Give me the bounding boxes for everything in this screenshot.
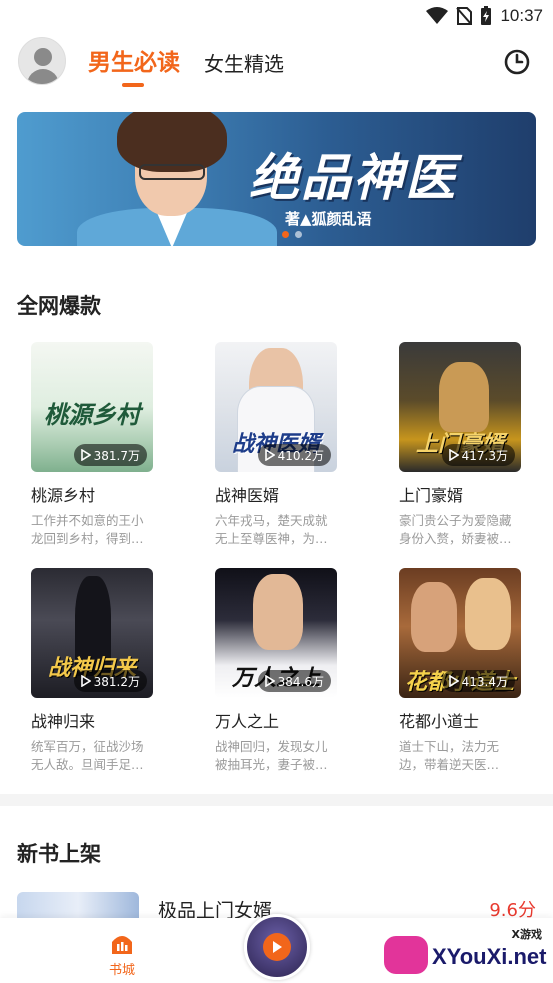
banner-author: 著▲狐颜乱语 [285, 210, 372, 228]
clock-time: 10:37 [500, 6, 543, 25]
read-count-badge: 413.4万 [441, 670, 515, 692]
cover-character [465, 578, 511, 650]
banner-dot-active[interactable] [282, 231, 289, 238]
play-icon [273, 941, 282, 953]
bottom-navigation: 书城 X游戏 XYouXi.net [0, 914, 553, 983]
tab-female-picks[interactable]: 女生精选 [204, 48, 284, 79]
book-card[interactable]: 万人之上 384.6万 万人之上 战神回归，发现女儿被抽耳光，妻子被… [215, 568, 337, 774]
gender-tabs: 男生必读 女生精选 [88, 43, 284, 87]
battery-charging-icon [481, 6, 492, 25]
book-description: 统军百万，征战沙场无人敌。旦闻手足… [31, 739, 144, 772]
read-count: 381.2万 [93, 674, 140, 689]
watermark-domain: XYouXi.net [432, 944, 547, 969]
tab-male-picks[interactable]: 男生必读 [88, 43, 180, 87]
section-title-hot: 全网爆款 [17, 294, 101, 318]
bookstore-icon [112, 936, 132, 954]
book-card[interactable]: 战神归来 381.2万 战神归来 统军百万，征战沙场无人敌。旦闻手足… [31, 568, 153, 774]
top-header: 男生必读 女生精选 [0, 32, 553, 90]
cover-character [411, 582, 457, 652]
avatar-head-shape [34, 48, 52, 66]
audio-player-button[interactable] [244, 914, 310, 980]
status-bar: 10:37 [0, 0, 553, 32]
book-cover[interactable]: 花都小道士 413.4万 [399, 568, 521, 698]
nav-bookstore[interactable]: 书城 [104, 932, 140, 978]
read-count-badge: 381.7万 [73, 444, 147, 466]
banner-dot[interactable] [295, 231, 302, 238]
play-icon [264, 449, 275, 461]
book-cover[interactable]: 万人之上 384.6万 [215, 568, 337, 698]
book-cover[interactable]: 战神归来 381.2万 [31, 568, 153, 698]
banner-pagination [282, 231, 302, 238]
play-icon [80, 449, 91, 461]
play-icon [448, 449, 459, 461]
read-count-badge: 381.2万 [73, 670, 147, 692]
user-avatar[interactable] [18, 37, 66, 85]
play-icon [264, 675, 275, 687]
book-description: 工作并不如意的王小龙回到乡村，得到… [31, 513, 144, 546]
read-count-badge: 384.6万 [257, 670, 331, 692]
banner-character-glasses [139, 164, 205, 180]
book-title[interactable]: 花都小道士 [399, 708, 521, 732]
book-title[interactable]: 上门豪婿 [399, 482, 521, 506]
book-description: 道士下山，法力无边，带着逆天医… [399, 739, 500, 772]
read-count: 410.2万 [277, 448, 324, 463]
play-button-disc [263, 933, 291, 961]
book-title[interactable]: 桃源乡村 [31, 482, 153, 506]
book-card[interactable]: 战神医婿 410.2万 战神医婿 六年戎马，楚天成就无上至尊医神，为… [215, 342, 337, 548]
banner-character-hair [117, 112, 227, 172]
read-count: 413.4万 [461, 674, 508, 689]
play-icon [80, 675, 91, 687]
gamepad-logo-icon [384, 936, 428, 974]
book-card[interactable]: 上门豪婿 417.3万 上门豪婿 豪门贵公子为爱隐藏身份入赘，娇妻被… [399, 342, 521, 548]
book-title[interactable]: 万人之上 [215, 708, 337, 732]
book-title[interactable]: 战神医婿 [215, 482, 337, 506]
wifi-icon [426, 7, 449, 24]
read-count: 384.6万 [277, 674, 324, 689]
read-count: 381.7万 [93, 448, 140, 463]
banner-title: 绝品神医 [249, 149, 457, 207]
read-count-badge: 410.2万 [257, 444, 331, 466]
watermark-small-text: X游戏 [511, 928, 542, 941]
no-sim-icon [456, 7, 473, 25]
section-title-new: 新书上架 [17, 842, 101, 866]
nav-bookstore-label: 书城 [108, 963, 135, 978]
read-count-badge: 417.3万 [441, 444, 515, 466]
book-description: 六年戎马，楚天成就无上至尊医神，为… [215, 513, 328, 546]
book-card[interactable]: 花都小道士 413.4万 花都小道士 道士下山，法力无边，带着逆天医… [399, 568, 521, 774]
book-cover[interactable]: 战神医婿 410.2万 [215, 342, 337, 472]
site-watermark: X游戏 XYouXi.net [384, 924, 547, 980]
history-clock-icon[interactable] [503, 48, 531, 76]
book-description: 战神回归，发现女儿被抽耳光，妻子被… [215, 739, 328, 772]
promo-banner[interactable]: 绝品神医 著▲狐颜乱语 [17, 112, 536, 246]
cover-title-art: 桃源乡村 [44, 401, 140, 429]
book-cover[interactable]: 桃源乡村 381.7万 [31, 342, 153, 472]
book-description: 豪门贵公子为爱隐藏身份入赘，娇妻被… [399, 513, 512, 546]
hot-books-grid: 桃源乡村 381.7万 桃源乡村 工作并不如意的王小龙回到乡村，得到… 战神医婿… [31, 342, 531, 774]
book-card[interactable]: 桃源乡村 381.7万 桃源乡村 工作并不如意的王小龙回到乡村，得到… [31, 342, 153, 548]
cover-character [253, 574, 303, 650]
cover-character [439, 362, 489, 432]
play-icon [448, 675, 459, 687]
read-count: 417.3万 [461, 448, 508, 463]
book-title[interactable]: 战神归来 [31, 708, 153, 732]
section-divider [0, 794, 553, 806]
avatar-body-shape [27, 69, 59, 84]
book-cover[interactable]: 上门豪婿 417.3万 [399, 342, 521, 472]
